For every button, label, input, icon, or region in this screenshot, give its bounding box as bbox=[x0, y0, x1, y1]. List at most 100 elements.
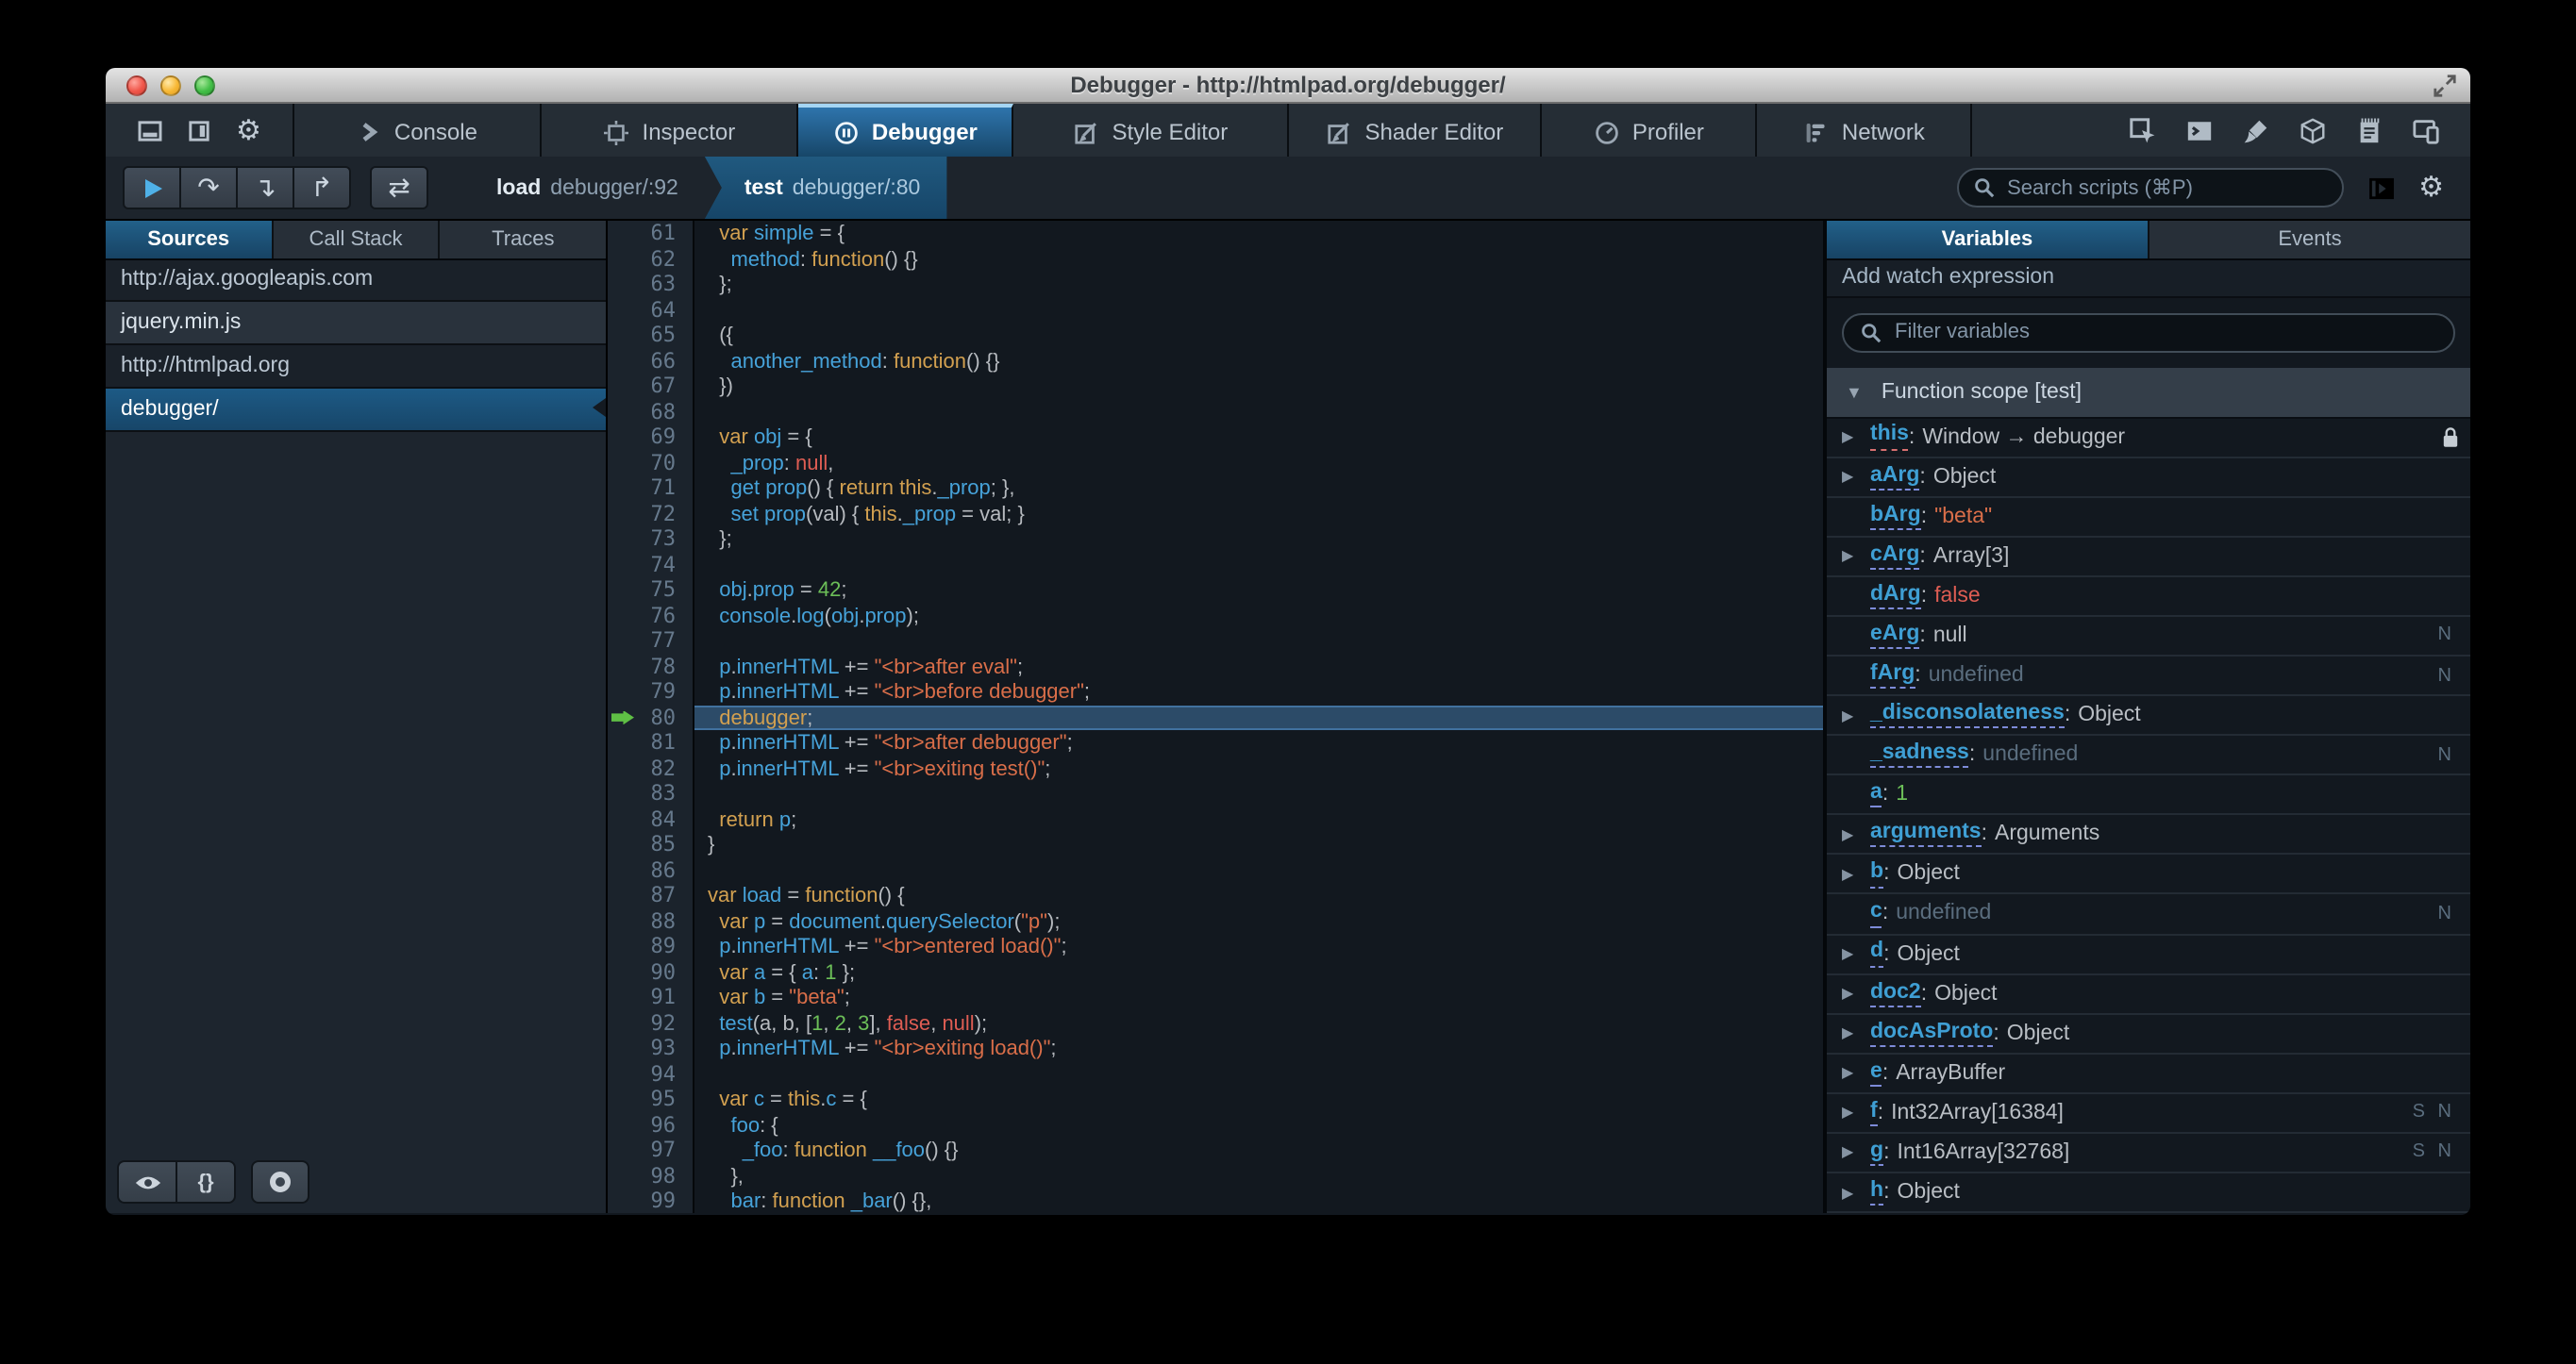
line-number[interactable]: 82 bbox=[608, 756, 693, 781]
minimize-window-button[interactable] bbox=[160, 75, 181, 96]
debugger-options-gear-icon[interactable]: ⚙ bbox=[2418, 173, 2444, 202]
line-number[interactable]: 65 bbox=[608, 323, 693, 348]
variable-row-_sadness[interactable]: _sadness: undefined N bbox=[1827, 736, 2470, 776]
resize-icon[interactable] bbox=[2433, 74, 2457, 108]
sidebar-tab-sources[interactable]: Sources bbox=[106, 221, 274, 258]
line-number[interactable]: 71 bbox=[608, 475, 693, 501]
split-console-icon[interactable] bbox=[2185, 116, 2214, 144]
panel-tab-events[interactable]: Events bbox=[2149, 221, 2470, 258]
line-number[interactable]: 75 bbox=[608, 577, 693, 603]
line-number[interactable]: 91 bbox=[608, 985, 693, 1010]
tab-debugger[interactable]: Debugger bbox=[798, 104, 1014, 157]
variable-row-eArg[interactable]: eArg: null N bbox=[1827, 617, 2470, 657]
line-number[interactable]: 74 bbox=[608, 552, 693, 577]
toggle-breakpoints-button[interactable] bbox=[251, 1160, 309, 1204]
source-item[interactable]: jquery.min.js bbox=[106, 302, 606, 345]
line-number[interactable]: 88 bbox=[608, 908, 693, 934]
variable-row-f[interactable]: ▶ f: Int32Array[16384] S N bbox=[1827, 1094, 2470, 1134]
variable-row-a[interactable]: a: 1 bbox=[1827, 775, 2470, 816]
line-number[interactable]: 98 bbox=[608, 1163, 693, 1189]
line-number[interactable]: 84 bbox=[608, 807, 693, 832]
line-number[interactable]: 83 bbox=[608, 781, 693, 807]
line-number[interactable]: 79 bbox=[608, 679, 693, 705]
line-number[interactable]: 78 bbox=[608, 654, 693, 679]
variable-row-bArg[interactable]: bArg: "beta" bbox=[1827, 497, 2470, 538]
line-number[interactable]: 72 bbox=[608, 501, 693, 526]
scratchpad-icon[interactable] bbox=[2355, 116, 2384, 144]
variable-row-e[interactable]: ▶ e: ArrayBuffer bbox=[1827, 1055, 2470, 1094]
resume-button[interactable] bbox=[123, 166, 181, 209]
line-number[interactable]: 90 bbox=[608, 959, 693, 985]
variable-row-b[interactable]: ▶ b: Object bbox=[1827, 856, 2470, 895]
panel-toggle-icon[interactable] bbox=[2367, 176, 2394, 199]
code-editor[interactable]: 61 62 63 64 65 66 67 68 69 70 71 72 73 74 75 76 77 78 79 80… bbox=[608, 221, 1827, 1213]
variable-row-d[interactable]: ▶ d: Object bbox=[1827, 935, 2470, 975]
line-number[interactable]: 96 bbox=[608, 1112, 693, 1138]
sidebar-tab-traces[interactable]: Traces bbox=[441, 221, 606, 258]
line-number[interactable]: 99 bbox=[608, 1189, 693, 1213]
line-number[interactable]: 97 bbox=[608, 1138, 693, 1163]
line-number[interactable]: 70 bbox=[608, 450, 693, 475]
line-number[interactable]: 63 bbox=[608, 272, 693, 297]
pretty-print-button[interactable]: {} bbox=[176, 1160, 236, 1204]
breadcrumb-load[interactable]: load debugger/:92 bbox=[470, 157, 705, 219]
tab-style-editor[interactable]: Style Editor bbox=[1014, 104, 1290, 157]
tab-inspector[interactable]: Inspector bbox=[543, 104, 799, 157]
sidebar-tab-call-stack[interactable]: Call Stack bbox=[273, 221, 441, 258]
panel-tab-variables[interactable]: Variables bbox=[1827, 221, 2149, 258]
line-number[interactable]: 95 bbox=[608, 1087, 693, 1112]
step-in-button[interactable]: ↴ bbox=[236, 166, 294, 209]
line-number[interactable]: 87 bbox=[608, 883, 693, 908]
line-number[interactable]: 76 bbox=[608, 603, 693, 628]
variable-row-dArg[interactable]: dArg: false bbox=[1827, 577, 2470, 617]
dock-bottom-icon[interactable] bbox=[138, 120, 162, 141]
source-item[interactable]: http://ajax.googleapis.com bbox=[106, 259, 606, 303]
line-number[interactable]: 93 bbox=[608, 1036, 693, 1061]
breadcrumb-test[interactable]: test debugger/:80 bbox=[704, 157, 947, 219]
source-item[interactable]: debugger/ bbox=[106, 388, 606, 431]
line-number[interactable]: 77 bbox=[608, 628, 693, 654]
close-window-button[interactable] bbox=[126, 75, 147, 96]
responsive-mode-icon[interactable] bbox=[2412, 116, 2440, 144]
tab-console[interactable]: Console bbox=[295, 104, 543, 157]
line-number[interactable]: 73 bbox=[608, 526, 693, 552]
variable-row-aArg[interactable]: ▶ aArg: Object bbox=[1827, 457, 2470, 498]
pick-element-icon[interactable] bbox=[2129, 116, 2157, 144]
line-number[interactable]: 92 bbox=[608, 1010, 693, 1036]
filter-variables-input[interactable] bbox=[1842, 312, 2455, 352]
variable-row-this[interactable]: ▶ this: Window → debugger bbox=[1827, 418, 2470, 458]
variable-row-doc2[interactable]: ▶ doc2: Object bbox=[1827, 974, 2470, 1015]
variable-row-c[interactable]: c: undefined N bbox=[1827, 895, 2470, 936]
tab-shader-editor[interactable]: Shader Editor bbox=[1290, 104, 1543, 157]
dock-side-icon[interactable] bbox=[189, 120, 209, 141]
variable-row-fArg[interactable]: fArg: undefined N bbox=[1827, 657, 2470, 697]
line-number[interactable]: 85 bbox=[608, 832, 693, 857]
line-number[interactable]: 69 bbox=[608, 424, 693, 450]
search-scripts-input[interactable] bbox=[1956, 168, 2344, 208]
step-out-button[interactable]: ↱ bbox=[293, 166, 351, 209]
line-number[interactable]: 68 bbox=[608, 399, 693, 424]
line-number[interactable]: 81 bbox=[608, 730, 693, 756]
line-number[interactable]: 66 bbox=[608, 348, 693, 374]
tilt-3d-icon[interactable] bbox=[2299, 116, 2327, 144]
scope-header[interactable]: ▼ Function scope [test] bbox=[1827, 367, 2470, 418]
tab-profiler[interactable]: Profiler bbox=[1543, 104, 1758, 157]
variable-row-g[interactable]: ▶ g: Int16Array[32768] S N bbox=[1827, 1134, 2470, 1173]
pause-on-exceptions-button[interactable] bbox=[117, 1160, 177, 1204]
variable-row-cArg[interactable]: ▶ cArg: Array[3] bbox=[1827, 537, 2470, 577]
source-item[interactable]: http://htmlpad.org bbox=[106, 345, 606, 389]
toolbox-options-gear-icon[interactable]: ⚙ bbox=[236, 115, 261, 144]
add-watch-expression[interactable]: Add watch expression bbox=[1827, 259, 2470, 297]
zoom-window-button[interactable] bbox=[194, 75, 215, 96]
titlebar[interactable]: Debugger - http://htmlpad.org/debugger/ bbox=[106, 68, 2470, 104]
step-over-button[interactable]: ↷ bbox=[179, 166, 238, 209]
variable-row-docAsProto[interactable]: ▶ docAsProto: Object bbox=[1827, 1014, 2470, 1055]
line-number[interactable]: 86 bbox=[608, 857, 693, 883]
tab-network[interactable]: Network bbox=[1758, 104, 1973, 157]
line-number[interactable]: 89 bbox=[608, 934, 693, 959]
line-number[interactable]: 64 bbox=[608, 297, 693, 323]
line-number[interactable]: 67 bbox=[608, 374, 693, 399]
line-number[interactable]: 80 bbox=[608, 705, 693, 730]
line-number[interactable]: 62 bbox=[608, 246, 693, 272]
variable-row-_disconsolateness[interactable]: ▶ _disconsolateness: Object bbox=[1827, 696, 2470, 737]
